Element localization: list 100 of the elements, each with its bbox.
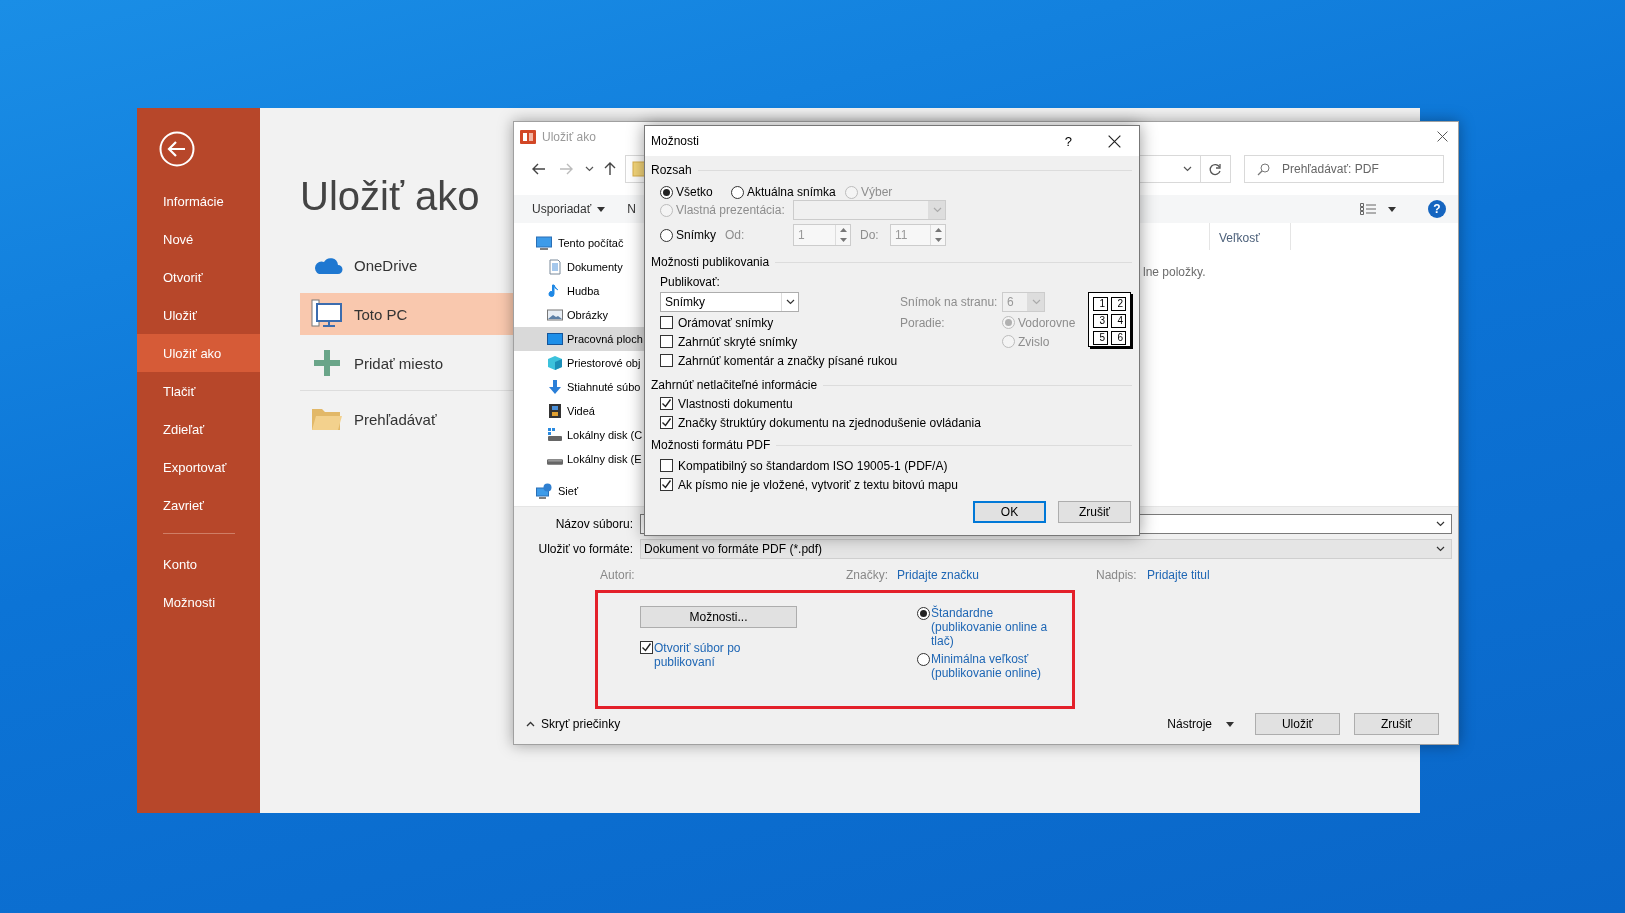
checkbox[interactable] — [660, 416, 673, 429]
radio-label[interactable]: Minimálna veľkosť (publikovanie online) — [931, 652, 1057, 680]
chevron-down-icon[interactable] — [1436, 521, 1445, 527]
preview-cell: 4 — [1111, 314, 1126, 328]
menu-item[interactable]: Tlačiť — [137, 372, 260, 410]
checkbox-label[interactable]: Orámovať snímky — [678, 315, 774, 330]
checkbox-label[interactable]: Zahrnúť komentár a značky písané rukou — [678, 353, 898, 368]
computer-icon — [536, 235, 552, 251]
radio-button[interactable] — [917, 607, 930, 620]
section-heading: Rozsah — [651, 163, 692, 177]
checkbox[interactable] — [660, 478, 673, 491]
preview-cell: 3 — [1093, 314, 1108, 328]
menu-item[interactable]: Zdieľať — [137, 410, 260, 448]
checkbox-label[interactable]: Kompatibilný so štandardom ISO 19005-1 (PDF/A) — [678, 458, 948, 473]
checkbox[interactable] — [660, 354, 673, 367]
search-icon[interactable] — [1257, 163, 1270, 176]
view-list-icon[interactable] — [1360, 203, 1376, 215]
checkbox[interactable] — [640, 641, 653, 654]
chevron-up-icon — [526, 721, 535, 727]
search-field[interactable]: Prehľadávať: PDF — [1244, 155, 1444, 183]
chevron-down-icon[interactable] — [584, 166, 594, 172]
toolbar-button[interactable]: Usporiadať — [532, 202, 606, 216]
radio-button[interactable] — [660, 185, 673, 199]
up-arrow-icon[interactable] — [604, 162, 616, 176]
chevron-down-icon[interactable] — [1436, 546, 1445, 552]
document-icon — [547, 259, 563, 275]
film-icon — [547, 403, 563, 419]
dialog-button[interactable]: Uložiť — [1255, 713, 1340, 735]
menu-item[interactable]: Nové — [137, 220, 260, 258]
picture-icon — [547, 307, 563, 323]
section-heading: Zahrnúť netlačiteľné informácie — [651, 378, 818, 392]
checkbox-label[interactable]: Značky štruktúry dokumentu na zjednodušenie ovládania — [678, 415, 981, 430]
caret-icon — [597, 206, 606, 212]
menu-item[interactable]: Uložiť — [137, 296, 260, 334]
radio-label[interactable]: Snímky — [676, 228, 716, 242]
preview-cell: 1 — [1093, 297, 1108, 311]
radio-button[interactable] — [660, 228, 673, 242]
format-dropdown[interactable]: Dokument vo formáte PDF (*.pdf) — [640, 539, 1452, 559]
chevron-down-icon[interactable] — [785, 299, 795, 305]
drive-icon — [547, 427, 563, 443]
dialog-button[interactable]: OK — [973, 501, 1046, 523]
menu-item[interactable]: Zavrieť — [137, 486, 260, 524]
radio-label[interactable]: Aktuálna snímka — [747, 185, 836, 199]
checkbox[interactable] — [660, 335, 673, 348]
radio-label[interactable]: Štandardne (publikovanie online a tlač) — [931, 606, 1057, 648]
checkbox-label[interactable]: Zahrnúť skryté snímky — [678, 334, 798, 349]
plus-icon — [313, 349, 341, 377]
field-label: Od: — [725, 228, 746, 242]
field-label: Do: — [860, 228, 880, 242]
menu-item[interactable]: Možnosti — [137, 583, 260, 621]
field-label: Snímok na stranu: — [900, 295, 999, 309]
caret-icon — [1388, 206, 1396, 212]
publish-dropdown[interactable]: Snímky — [660, 292, 799, 312]
chevron-down-icon[interactable] — [1183, 166, 1192, 172]
field-label: Značky: — [846, 568, 889, 582]
radio-button[interactable] — [731, 185, 744, 199]
hide-folders-button[interactable]: Skryť priečinky — [526, 717, 621, 731]
caret-icon — [1226, 721, 1234, 727]
link[interactable]: Pridajte titul — [1147, 568, 1210, 582]
link[interactable]: Pridajte značku — [897, 568, 1096, 582]
field-label: Uložiť vo formáte: — [537, 542, 633, 556]
location-item[interactable]: Prehľadávať — [300, 398, 560, 440]
close-icon[interactable] — [1108, 134, 1121, 148]
radio-label[interactable]: Všetko — [676, 185, 713, 199]
field-label: Názov súboru: — [554, 517, 633, 531]
menu-item[interactable]: Uložiť ako — [137, 334, 260, 372]
menu-item[interactable]: Exportovať — [137, 448, 260, 486]
window-title: Uložiť ako — [542, 129, 596, 144]
dialog-button[interactable]: Zrušiť — [1354, 713, 1439, 735]
download-arrow-icon — [547, 379, 563, 395]
menu-item[interactable]: Informácie — [137, 182, 260, 220]
options-button[interactable]: Možnosti... — [640, 606, 797, 628]
back-arrow-icon[interactable] — [531, 163, 546, 175]
column-header[interactable]: Veľkosť — [1209, 223, 1291, 250]
drive-icon — [547, 459, 563, 465]
checkbox-label[interactable]: Otvoriť súbor po publikovaní — [654, 641, 754, 669]
help-button[interactable]: ? — [1064, 133, 1072, 149]
page-title: Uložiť ako — [300, 173, 480, 220]
radio-button[interactable] — [917, 653, 930, 666]
field-label: Poradie: — [900, 315, 946, 330]
checkbox-label[interactable]: Ak písmo nie je vložené, vytvoriť z textu bitovú mapu — [678, 477, 958, 492]
checkbox-label[interactable]: Vlastnosti dokumentu — [678, 396, 793, 411]
field-label: Nadpis: — [1096, 568, 1138, 582]
location-item[interactable]: OneDrive — [300, 244, 560, 286]
tools-menu[interactable]: Nástroje — [1167, 717, 1234, 731]
section-heading: Možnosti formátu PDF — [651, 438, 771, 452]
dialog-button[interactable]: Zrušiť — [1058, 501, 1131, 523]
checkbox[interactable] — [660, 397, 673, 410]
toolbar-button[interactable]: N — [627, 202, 636, 216]
app-icon — [520, 128, 536, 145]
help-button[interactable]: ? — [1428, 200, 1446, 218]
checkbox[interactable] — [660, 459, 673, 472]
refresh-icon[interactable] — [1209, 162, 1222, 176]
close-icon[interactable] — [1437, 131, 1448, 142]
field-label: Publikovať: — [660, 275, 721, 289]
menu-item[interactable]: Otvoriť — [137, 258, 260, 296]
checkbox[interactable] — [660, 316, 673, 329]
network-icon — [536, 483, 552, 499]
folder-icon — [632, 161, 646, 177]
menu-item[interactable]: Konto — [137, 545, 260, 583]
